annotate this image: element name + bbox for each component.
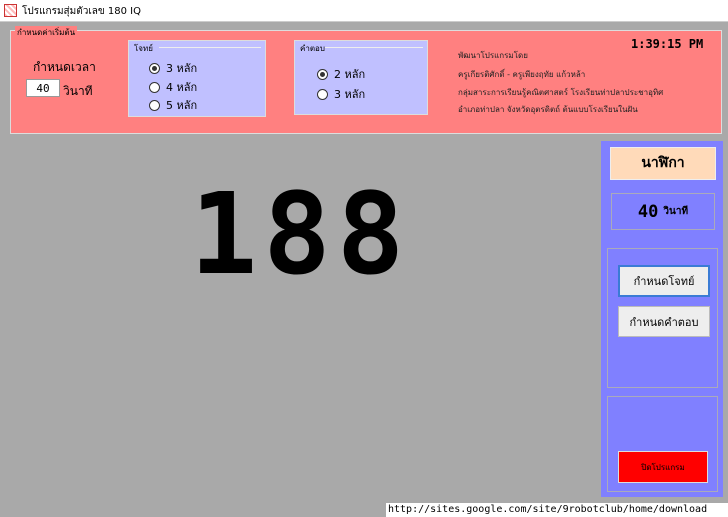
question-legend: โจทย์ xyxy=(134,44,153,53)
time-label: กำหนดเวลา xyxy=(33,60,96,74)
question-radio-5[interactable]: 5 หลัก xyxy=(149,96,197,114)
radio-label: 3 หลัก xyxy=(166,62,198,75)
time-input[interactable] xyxy=(26,79,60,97)
radio-icon xyxy=(317,88,328,100)
answer-radio-2[interactable]: 2 หลัก xyxy=(317,65,365,83)
answer-group: คำตอบ 2 หลัก 3 หลัก xyxy=(294,40,428,115)
set-answer-button[interactable]: กำหนดคำตอบ xyxy=(618,306,710,337)
question-radio-3[interactable]: 3 หลัก xyxy=(149,59,197,77)
radio-icon xyxy=(149,99,160,111)
title-bar: โปรแกรมสุ่มตัวเลข 180 IQ xyxy=(0,0,728,22)
radio-selected-icon xyxy=(317,68,328,80)
download-url: http://sites.google.com/site/9robotclub/… xyxy=(386,503,728,517)
radio-label: 2 หลัก xyxy=(334,68,366,81)
seconds-label: วินาที xyxy=(63,84,93,98)
credit-line: พัฒนาโปรแกรมโดย xyxy=(458,51,528,60)
answer-radio-3[interactable]: 3 หลัก xyxy=(317,85,365,103)
set-question-button[interactable]: กำหนดโจทย์ xyxy=(618,265,710,297)
close-group: ปิดโปรแกรม xyxy=(607,396,718,492)
credit-line: กลุ่มสาระการเรียนรู้คณิตศาสตร์ โรงเรียนท… xyxy=(458,88,664,97)
close-program-button[interactable]: ปิดโปรแกรม xyxy=(618,451,708,483)
radio-label: 5 หลัก xyxy=(166,99,198,112)
clock: 1:39:15 PM xyxy=(631,37,704,51)
app-icon xyxy=(4,4,17,17)
random-number-display: 188 xyxy=(189,170,411,300)
radio-label: 3 หลัก xyxy=(334,88,366,101)
question-group: โจทย์ 3 หลัก 4 หลัก 5 หลัก xyxy=(128,40,266,117)
timer-unit: วินาที xyxy=(663,206,689,217)
question-radio-4[interactable]: 4 หลัก xyxy=(149,78,197,96)
window-title: โปรแกรมสุ่มตัวเลข 180 IQ xyxy=(22,6,142,17)
radio-selected-icon xyxy=(149,62,160,74)
radio-icon xyxy=(149,81,160,93)
timer-title: นาฬิกา xyxy=(610,147,716,180)
button-group: กำหนดโจทย์ กำหนดคำตอบ xyxy=(607,248,718,388)
side-panel: นาฬิกา 40 วินาที กำหนดโจทย์ กำหนดคำตอบ ป… xyxy=(601,141,723,497)
credit-line: ครูเกียรติศักดิ์ - ครูเพียงฤทัย แก้วหล้า xyxy=(458,70,586,79)
settings-legend: กำหนดค่าเริ่มต้น xyxy=(15,26,78,39)
timer-box: 40 วินาที xyxy=(611,193,715,230)
radio-label: 4 หลัก xyxy=(166,81,198,94)
timer-value: 40 xyxy=(637,201,659,222)
settings-panel: กำหนดค่าเริ่มต้น กำหนดเวลา วินาที โจทย์ … xyxy=(10,26,722,134)
answer-legend: คำตอบ xyxy=(300,44,325,53)
credit-line: อำเภอท่าปลา จังหวัดอุตรดิตถ์ ต้นแบบโรงเร… xyxy=(458,105,638,114)
